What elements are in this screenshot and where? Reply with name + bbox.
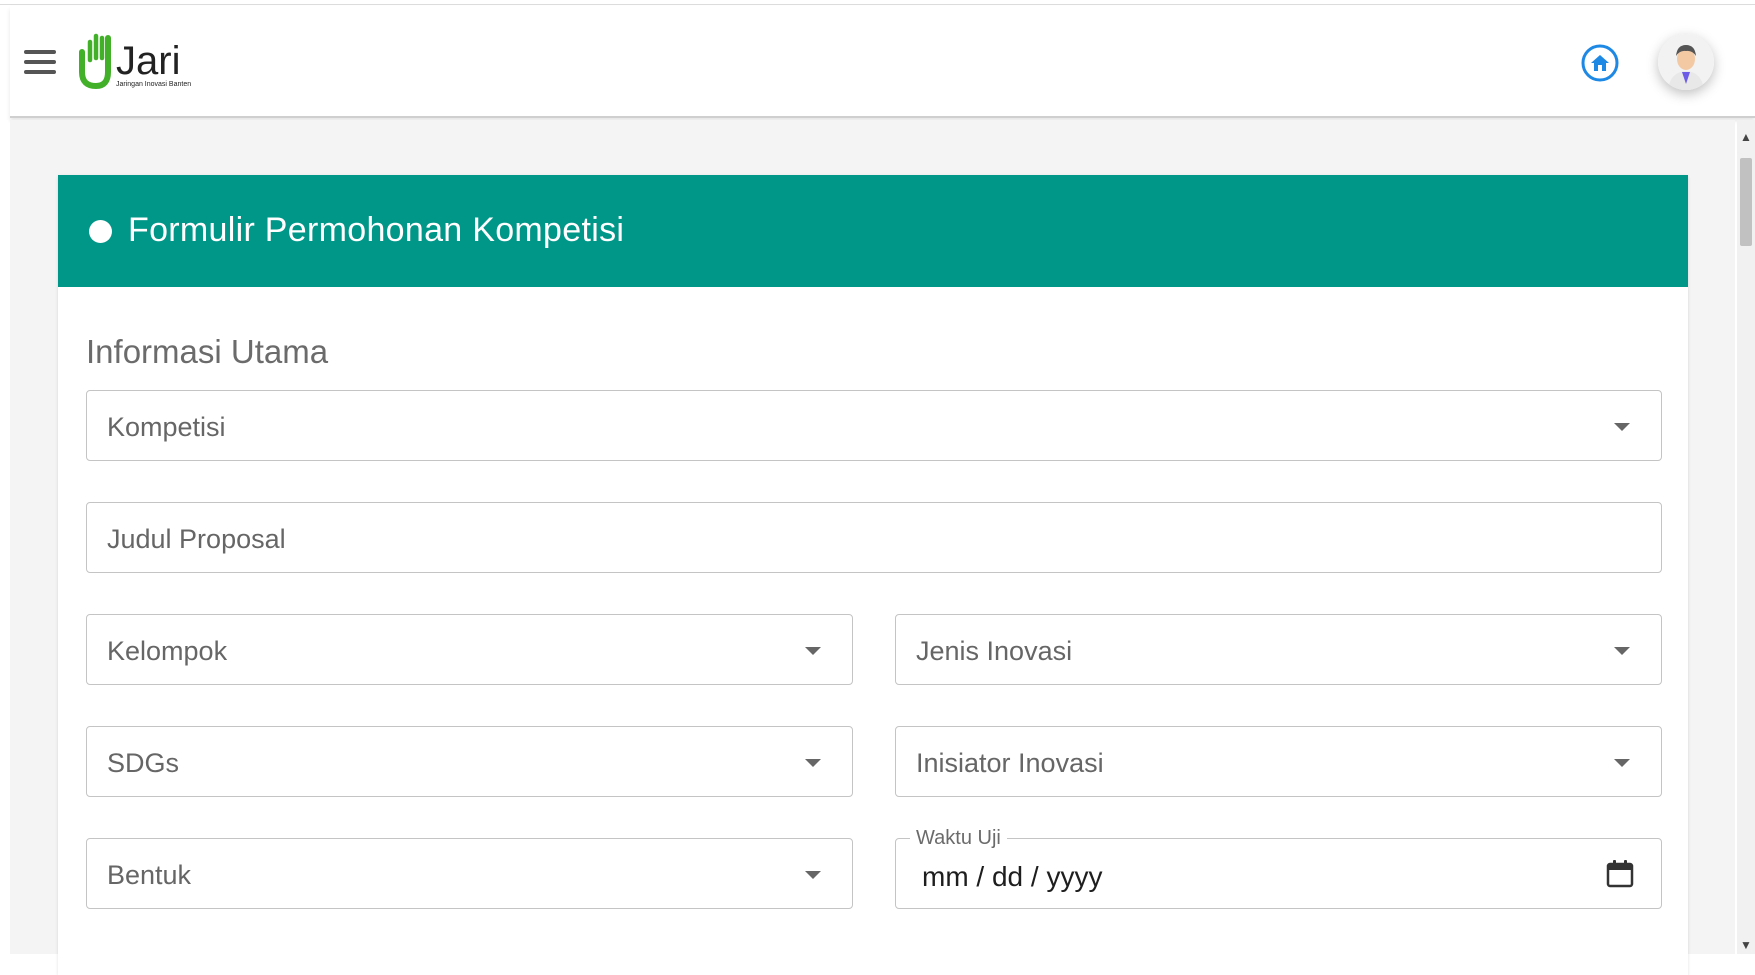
waktu-uji-label: Waktu Uji	[910, 827, 1007, 850]
inisiator-inovasi-select[interactable]: Inisiator Inovasi	[895, 726, 1662, 797]
home-icon[interactable]	[1580, 43, 1620, 83]
form-header: Formulir Permohonan Kompetisi	[58, 175, 1688, 287]
chevron-down-icon	[1614, 423, 1630, 431]
calendar-icon[interactable]	[1605, 859, 1635, 889]
bentuk-select[interactable]: Bentuk	[86, 838, 853, 909]
scroll-up-arrow-icon[interactable]: ▲	[1737, 128, 1755, 146]
sdgs-label: SDGs	[107, 748, 180, 778]
competition-form-card: Formulir Permohonan Kompetisi Informasi …	[58, 175, 1688, 975]
page-content: Formulir Permohonan Kompetisi Informasi …	[10, 120, 1735, 975]
kelompok-label: Kelompok	[107, 636, 228, 666]
svg-text:Jaringan Inovasi Banten: Jaringan Inovasi Banten	[116, 81, 191, 88]
waktu-uji-date-input[interactable]: Waktu Uji mm / dd / yyyy	[895, 827, 1662, 909]
jenis-inovasi-select[interactable]: Jenis Inovasi	[895, 614, 1662, 685]
scroll-down-arrow-icon[interactable]: ▼	[1737, 936, 1755, 954]
inisiator-inovasi-label: Inisiator Inovasi	[916, 748, 1104, 778]
menu-icon[interactable]	[24, 50, 56, 74]
window-top-edge	[0, 0, 1755, 5]
section-title: Informasi Utama	[86, 333, 329, 370]
judul-proposal-label: Judul Proposal	[107, 524, 286, 554]
chevron-down-icon	[805, 759, 821, 767]
page-scrollbar[interactable]: ▲ ▼	[1737, 120, 1755, 954]
user-avatar[interactable]	[1658, 34, 1714, 90]
scrollbar-thumb[interactable]	[1740, 158, 1752, 246]
jenis-inovasi-label: Jenis Inovasi	[916, 636, 1073, 666]
bentuk-label: Bentuk	[107, 860, 192, 890]
kelompok-select[interactable]: Kelompok	[86, 614, 853, 685]
sdgs-select[interactable]: SDGs	[86, 726, 853, 797]
chevron-down-icon	[1614, 759, 1630, 767]
svg-text:Jari: Jari	[116, 39, 180, 83]
kompetisi-label: Kompetisi	[107, 412, 226, 442]
judul-proposal-input[interactable]: Judul Proposal	[86, 502, 1662, 573]
form-title: Formulir Permohonan Kompetisi	[128, 211, 625, 249]
app-header: Jari Jaringan Inovasi Banten	[10, 6, 1755, 118]
kompetisi-select[interactable]: Kompetisi	[86, 390, 1662, 461]
chevron-down-icon	[805, 871, 821, 879]
chevron-down-icon	[1614, 647, 1630, 655]
jari-logo[interactable]: Jari Jaringan Inovasi Banten	[76, 30, 216, 100]
bullet-icon	[89, 220, 112, 243]
chevron-down-icon	[805, 647, 821, 655]
waktu-uji-value[interactable]: mm / dd / yyyy	[922, 861, 1102, 893]
